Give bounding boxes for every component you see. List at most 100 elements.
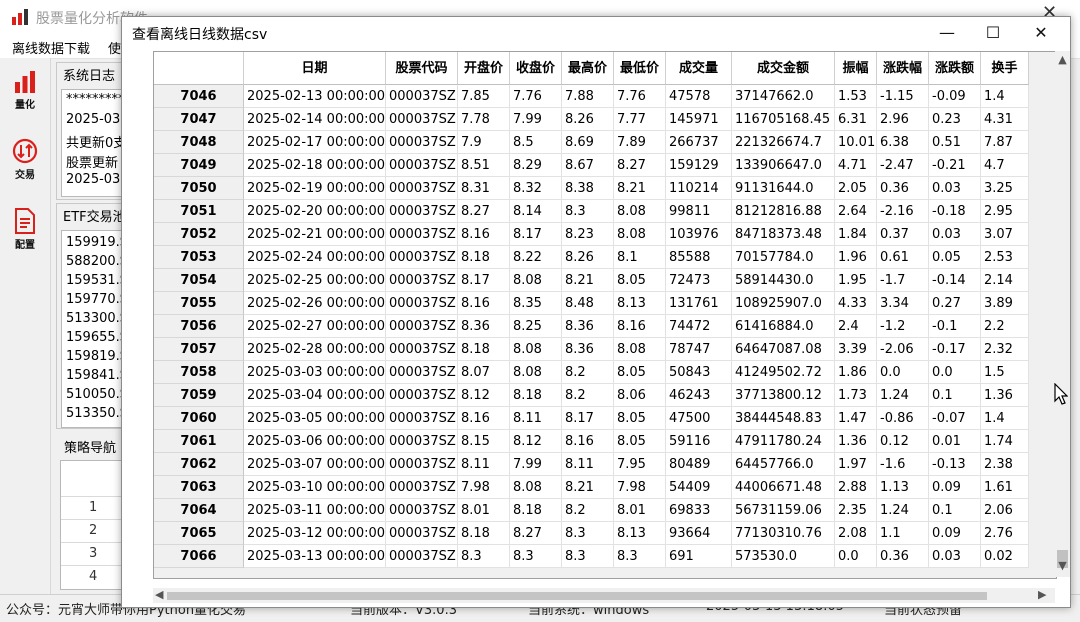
table-cell[interactable]: 38444548.83 [732, 407, 835, 430]
table-cell[interactable]: 8.51 [458, 154, 510, 177]
table-cell[interactable]: 7.95 [614, 453, 666, 476]
row-index-header[interactable]: 7059 [154, 384, 244, 407]
row-index-header[interactable]: 7058 [154, 361, 244, 384]
table-cell[interactable]: 8.11 [510, 407, 562, 430]
column-header[interactable]: 涨跌额 [929, 52, 981, 85]
table-cell[interactable]: 2.05 [835, 177, 877, 200]
table-cell[interactable]: 8.08 [614, 338, 666, 361]
table-cell[interactable]: -0.07 [929, 407, 981, 430]
table-cell[interactable]: 2.88 [835, 476, 877, 499]
table-cell[interactable]: -0.14 [929, 269, 981, 292]
table-cell[interactable]: 8.36 [562, 338, 614, 361]
row-index-header[interactable]: 7054 [154, 269, 244, 292]
table-cell[interactable]: 3.07 [981, 223, 1029, 246]
table-cell[interactable]: 8.21 [614, 177, 666, 200]
table-cell[interactable]: 1.36 [835, 430, 877, 453]
table-cell[interactable]: 1.61 [981, 476, 1029, 499]
table-cell[interactable]: 8.25 [510, 315, 562, 338]
table-cell[interactable]: 2025-02-26 00:00:00 [244, 292, 386, 315]
table-cell[interactable]: 2.2 [981, 315, 1029, 338]
table-cell[interactable]: 8.5 [510, 131, 562, 154]
table-row[interactable]: 7046 2025-02-13 00:00:00 000037SZ 7.85 7.76 7… [154, 85, 1029, 108]
table-row[interactable]: 7064 2025-03-11 00:00:00 000037SZ 8.01 8.18 8… [154, 499, 1029, 522]
table-cell[interactable]: 61416884.0 [732, 315, 835, 338]
table-cell[interactable]: 7.76 [510, 85, 562, 108]
etf-item[interactable]: 588200.S [66, 254, 128, 269]
table-cell[interactable]: 1.5 [981, 361, 1029, 384]
table-cell[interactable]: 8.38 [562, 177, 614, 200]
table-cell[interactable]: 000037SZ [386, 223, 458, 246]
table-cell[interactable]: 8.11 [562, 453, 614, 476]
table-cell[interactable]: 59116 [666, 430, 732, 453]
table-cell[interactable]: 77130310.76 [732, 522, 835, 545]
table-cell[interactable]: 000037SZ [386, 499, 458, 522]
table-cell[interactable]: 8.3 [510, 545, 562, 568]
table-cell[interactable]: 8.16 [458, 223, 510, 246]
table-cell[interactable]: -0.21 [929, 154, 981, 177]
table-cell[interactable]: 78747 [666, 338, 732, 361]
table-cell[interactable]: 110214 [666, 177, 732, 200]
table-cell[interactable]: 6.38 [877, 131, 929, 154]
table-cell[interactable]: 000037SZ [386, 200, 458, 223]
table-cell[interactable]: 000037SZ [386, 154, 458, 177]
etf-item[interactable]: 159919.S [66, 235, 128, 250]
table-cell[interactable]: 1.73 [835, 384, 877, 407]
maximize-button[interactable]: ☐ [970, 17, 1016, 49]
table-cell[interactable]: 8.13 [614, 292, 666, 315]
table-cell[interactable]: 0.51 [929, 131, 981, 154]
table-cell[interactable]: 8.01 [614, 499, 666, 522]
table-cell[interactable]: 8.17 [510, 223, 562, 246]
table-cell[interactable]: 6.31 [835, 108, 877, 131]
table-cell[interactable]: 2025-03-04 00:00:00 [244, 384, 386, 407]
table-cell[interactable]: -0.1 [929, 315, 981, 338]
table-cell[interactable]: 8.27 [614, 154, 666, 177]
table-cell[interactable]: 2025-02-14 00:00:00 [244, 108, 386, 131]
row-index-header[interactable]: 7052 [154, 223, 244, 246]
table-row[interactable]: 7048 2025-02-17 00:00:00 000037SZ 7.9 8.5 8.6… [154, 131, 1029, 154]
table-cell[interactable]: 91131644.0 [732, 177, 835, 200]
table-cell[interactable]: 99811 [666, 200, 732, 223]
column-header[interactable]: 涨跌幅 [877, 52, 929, 85]
column-header[interactable]: 最低价 [614, 52, 666, 85]
table-cell[interactable]: 8.35 [510, 292, 562, 315]
table-cell[interactable]: 2.95 [981, 200, 1029, 223]
table-cell[interactable]: 47500 [666, 407, 732, 430]
table-cell[interactable]: 8.18 [458, 522, 510, 545]
toolbar-config-button[interactable]: 配置 [2, 202, 48, 264]
table-cell[interactable]: -0.09 [929, 85, 981, 108]
table-cell[interactable]: 8.14 [510, 200, 562, 223]
table-cell[interactable]: 2.32 [981, 338, 1029, 361]
row-index-header[interactable]: 7049 [154, 154, 244, 177]
table-cell[interactable]: -0.18 [929, 200, 981, 223]
table-row[interactable]: 7051 2025-02-20 00:00:00 000037SZ 8.27 8.14 8… [154, 200, 1029, 223]
table-cell[interactable]: 0.0 [835, 545, 877, 568]
table-cell[interactable]: -1.2 [877, 315, 929, 338]
table-cell[interactable]: 000037SZ [386, 338, 458, 361]
table-cell[interactable]: 4.7 [981, 154, 1029, 177]
table-cell[interactable]: 000037SZ [386, 453, 458, 476]
table-cell[interactable]: 000037SZ [386, 131, 458, 154]
table-cell[interactable]: 000037SZ [386, 430, 458, 453]
table-cell[interactable]: 000037SZ [386, 85, 458, 108]
table-cell[interactable]: 0.09 [929, 476, 981, 499]
table-cell[interactable]: 8.26 [562, 246, 614, 269]
table-cell[interactable]: 000037SZ [386, 522, 458, 545]
table-row[interactable]: 7053 2025-02-24 00:00:00 000037SZ 8.18 8.22 8… [154, 246, 1029, 269]
table-cell[interactable]: 8.1 [614, 246, 666, 269]
toolbar-quant-button[interactable]: 量化 [2, 64, 48, 126]
table-cell[interactable]: 0.12 [877, 430, 929, 453]
table-cell[interactable]: 8.08 [510, 338, 562, 361]
table-cell[interactable]: 47911780.24 [732, 430, 835, 453]
table-cell[interactable]: 2025-03-03 00:00:00 [244, 361, 386, 384]
table-cell[interactable]: 3.25 [981, 177, 1029, 200]
table-row[interactable]: 7049 2025-02-18 00:00:00 000037SZ 8.51 8.29 8… [154, 154, 1029, 177]
horizontal-scroll-thumb[interactable] [167, 592, 987, 600]
table-cell[interactable]: 7.98 [458, 476, 510, 499]
table-cell[interactable]: 0.09 [929, 522, 981, 545]
table-cell[interactable]: 2025-02-17 00:00:00 [244, 131, 386, 154]
table-cell[interactable]: 1.53 [835, 85, 877, 108]
table-cell[interactable]: 0.03 [929, 545, 981, 568]
table-cell[interactable]: 0.05 [929, 246, 981, 269]
table-row[interactable]: 7057 2025-02-28 00:00:00 000037SZ 8.18 8.08 8… [154, 338, 1029, 361]
table-cell[interactable]: 2.08 [835, 522, 877, 545]
